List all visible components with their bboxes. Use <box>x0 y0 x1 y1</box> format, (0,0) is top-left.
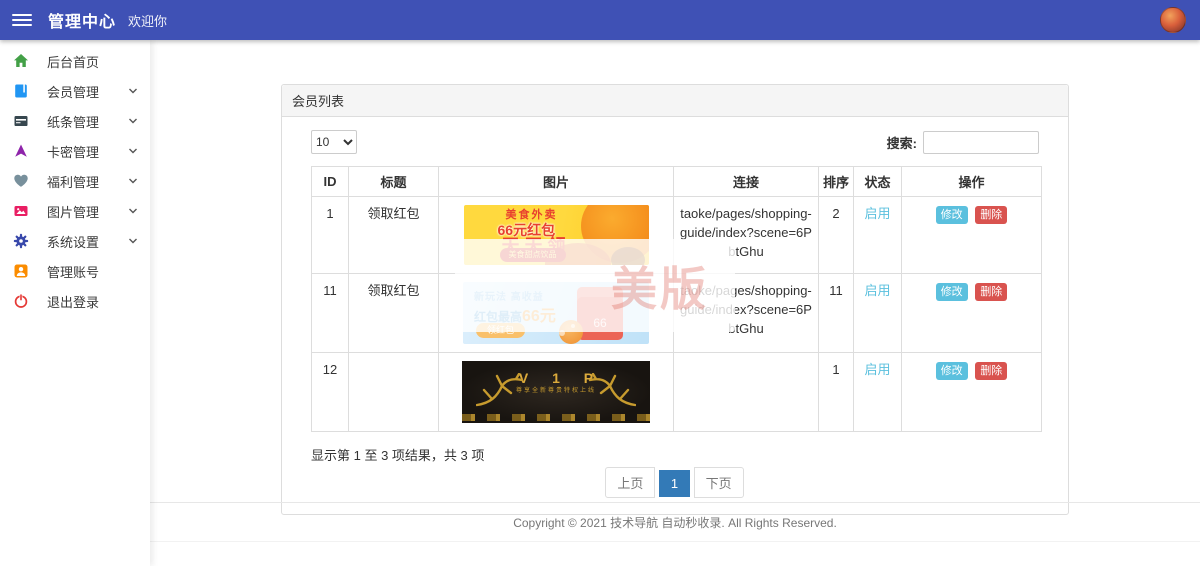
cell-sort: 2 <box>818 196 854 274</box>
status-enabled-link[interactable]: 启用 <box>864 206 890 221</box>
watermark-text: 美版 <box>611 262 709 315</box>
table-header-row: ID 标题 图片 连接 排序 状态 操作 <box>311 166 1042 197</box>
cell-status: 启用 <box>853 196 902 274</box>
menu-toggle-icon[interactable] <box>12 14 32 26</box>
sidebar: 后台首页 会员管理 纸条管理 卡密管理 福利管理 图片管理 系统设置 管理账号 … <box>0 40 150 566</box>
chevron-down-icon <box>128 147 138 155</box>
sidebar-item-label: 会员管理 <box>47 84 100 100</box>
col-header-sort: 排序 <box>818 166 854 197</box>
cell-actions: 修改 删除 <box>901 352 1042 432</box>
page-1-button[interactable]: 1 <box>658 470 691 497</box>
col-header-link: 连接 <box>673 166 819 197</box>
power-icon <box>12 293 29 309</box>
sidebar-item-label: 福利管理 <box>47 174 100 190</box>
table-row: 12 V 1 P 尊享全新尊贵特权上线 1 启用 修改 删除 <box>311 352 1042 432</box>
sidebar-item-label: 纸条管理 <box>47 114 100 130</box>
cell-id: 11 <box>311 273 349 353</box>
cell-title <box>348 352 439 432</box>
prev-page-button[interactable]: 上页 <box>605 467 656 498</box>
chevron-down-icon <box>128 207 138 215</box>
cell-sort: 11 <box>818 273 854 353</box>
sidebar-item-label: 卡密管理 <box>47 144 100 160</box>
next-page-button[interactable]: 下页 <box>693 467 744 498</box>
chevron-down-icon <box>128 87 138 95</box>
welcome-text: 欢迎你 <box>128 13 168 29</box>
cell-status: 启用 <box>853 352 902 432</box>
sidebar-item-welfare[interactable]: 福利管理 <box>0 166 150 196</box>
card-icon <box>12 143 29 159</box>
pagination: 上页 1 下页 <box>311 467 1039 498</box>
col-header-title: 标题 <box>348 166 439 197</box>
search-input[interactable] <box>923 130 1039 154</box>
account-icon <box>12 263 29 279</box>
sidebar-item-notes[interactable]: 纸条管理 <box>0 106 150 136</box>
sidebar-item-label: 管理账号 <box>47 264 100 280</box>
sidebar-item-label: 图片管理 <box>47 204 100 220</box>
chevron-down-icon <box>128 177 138 185</box>
chevron-down-icon <box>128 237 138 245</box>
col-header-id: ID <box>311 166 349 197</box>
app-title: 管理中心 <box>48 14 117 31</box>
sidebar-item-label: 退出登录 <box>47 294 100 310</box>
sidebar-item-cards[interactable]: 卡密管理 <box>0 136 150 166</box>
vip-ad-image: V 1 P 尊享全新尊贵特权上线 <box>462 361 650 423</box>
member-icon <box>12 83 29 99</box>
image-icon <box>12 203 29 219</box>
delete-button[interactable]: 删除 <box>975 362 1008 381</box>
delete-button[interactable]: 删除 <box>975 206 1008 225</box>
modify-button[interactable]: 修改 <box>935 283 968 302</box>
cell-actions: 修改 删除 <box>901 196 1042 274</box>
page-size-select[interactable]: 10 <box>311 130 357 154</box>
cell-image: V 1 P 尊享全新尊贵特权上线 <box>438 352 674 432</box>
avatar[interactable] <box>1160 7 1186 33</box>
antler-graphic <box>588 373 636 407</box>
col-header-actions: 操作 <box>901 166 1042 197</box>
modify-button[interactable]: 修改 <box>935 206 968 225</box>
status-enabled-link[interactable]: 启用 <box>864 362 890 377</box>
panel-title: 会员列表 <box>282 85 1068 117</box>
chevron-down-icon <box>128 117 138 125</box>
cell-status: 启用 <box>853 273 902 353</box>
sidebar-item-logout[interactable]: 退出登录 <box>0 286 150 316</box>
col-header-image: 图片 <box>438 166 674 197</box>
sidebar-item-label: 后台首页 <box>47 54 100 70</box>
top-navbar: 管理中心 欢迎你 <box>0 0 1200 40</box>
cell-link <box>673 352 819 432</box>
sidebar-item-home[interactable]: 后台首页 <box>0 46 150 76</box>
gear-icon <box>12 233 29 249</box>
footer-copyright: Copyright © 2021 技术导航 自动秒收录. All Rights … <box>150 502 1200 542</box>
cell-title: 领取红包 <box>348 273 439 353</box>
watermark-overlay: 美版 <box>455 239 735 332</box>
sidebar-item-members[interactable]: 会员管理 <box>0 76 150 106</box>
heart-icon <box>12 173 29 189</box>
sidebar-item-images[interactable]: 图片管理 <box>0 196 150 226</box>
cell-id: 1 <box>311 196 349 274</box>
sidebar-item-account[interactable]: 管理账号 <box>0 256 150 286</box>
delete-button[interactable]: 删除 <box>975 283 1008 302</box>
cell-actions: 修改 删除 <box>901 273 1042 353</box>
sidebar-item-label: 系统设置 <box>47 234 100 250</box>
home-icon <box>12 53 29 69</box>
sidebar-item-settings[interactable]: 系统设置 <box>0 226 150 256</box>
search-label: 搜索: <box>886 135 917 151</box>
antler-graphic <box>476 373 524 407</box>
cell-id: 12 <box>311 352 349 432</box>
cell-sort: 1 <box>818 352 854 432</box>
results-summary: 显示第 1 至 3 项结果，共 3 项 <box>311 448 485 463</box>
cell-title: 领取红包 <box>348 196 439 274</box>
modify-button[interactable]: 修改 <box>935 362 968 381</box>
note-icon <box>12 113 29 129</box>
col-header-status: 状态 <box>853 166 902 197</box>
status-enabled-link[interactable]: 启用 <box>864 283 890 298</box>
